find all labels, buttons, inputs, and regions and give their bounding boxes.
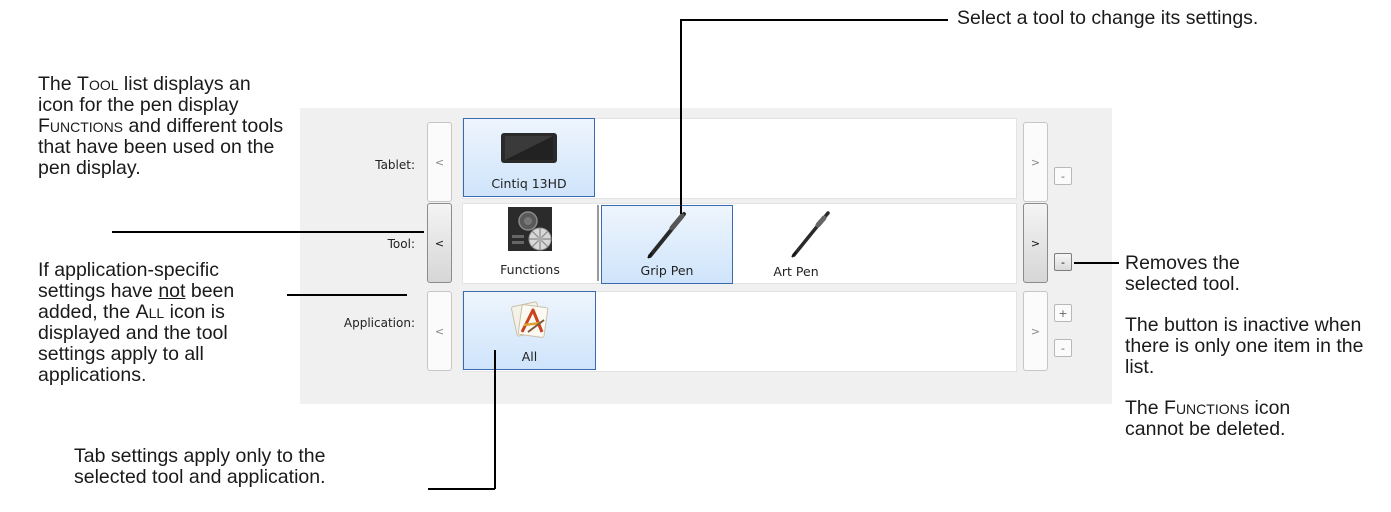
tool-next-button[interactable]: > — [1023, 203, 1048, 283]
leader-tool-list — [112, 231, 424, 233]
cintiq-tablet-icon — [501, 133, 557, 163]
note-tool-list-functions: Functions — [38, 115, 124, 137]
tablet-item-label: Cintiq 13HD — [491, 176, 567, 191]
application-add-button[interactable]: + — [1054, 304, 1072, 322]
leader-select-tool-v — [680, 19, 682, 214]
tool-item-grip-pen[interactable]: Grip Pen — [601, 205, 733, 284]
note-select-tool: Select a tool to change its settings. — [957, 7, 1259, 29]
tablet-next-button[interactable]: > — [1023, 122, 1048, 202]
note-tool-list-tool: Tool — [77, 73, 119, 95]
note-app-specific-not: not — [158, 280, 186, 302]
leader-app-specific — [287, 294, 407, 296]
grip-pen-icon — [647, 212, 686, 259]
application-remove-button[interactable]: - — [1054, 339, 1072, 357]
note-functions-sc: Functions — [1164, 397, 1250, 419]
tool-prev-button[interactable]: < — [427, 203, 452, 283]
application-item-label: All — [521, 349, 538, 364]
note-inactive: The button is inactive when there is onl… — [1125, 314, 1364, 378]
note-app-specific-all: All — [135, 301, 165, 323]
note-tool-list-p1: The — [38, 73, 78, 95]
leader-removes — [1074, 262, 1119, 264]
application-item-all[interactable]: All — [463, 291, 596, 370]
application-prev-button[interactable]: < — [427, 291, 452, 371]
note-functions-icon: The Functions icon cannot be deleted. — [1125, 398, 1325, 440]
note-tool-list: The Tool list displays an icon for the p… — [38, 74, 288, 179]
row-label-application: Application: — [343, 316, 415, 330]
tool-list-divider — [597, 205, 599, 281]
tool-remove-button[interactable]: - — [1054, 253, 1072, 271]
tool-item-functions-label: Functions — [500, 262, 560, 277]
row-label-tablet: Tablet: — [375, 158, 415, 172]
note-functions-p1: The — [1125, 397, 1165, 419]
application-next-button[interactable]: > — [1023, 291, 1048, 371]
leader-tab-settings-h — [428, 488, 495, 490]
tablet-prev-button[interactable]: < — [427, 122, 452, 202]
tool-item-grip-pen-label: Grip Pen — [640, 263, 694, 278]
note-tab-settings: Tab settings apply only to the selected … — [74, 445, 326, 488]
tablet-item-cintiq[interactable]: Cintiq 13HD — [463, 118, 595, 197]
art-pen-icon — [791, 211, 830, 258]
tool-item-art-pen[interactable]: Art Pen — [745, 205, 877, 284]
note-removes: Removes the selected tool. — [1125, 252, 1240, 295]
note-app-specific: If application-specific settings have no… — [38, 260, 286, 386]
functions-icon — [508, 207, 552, 251]
tool-item-art-pen-label: Art Pen — [773, 264, 819, 279]
all-applications-icon — [510, 301, 548, 338]
tool-item-functions[interactable]: Functions — [464, 203, 596, 282]
row-label-tool: Tool: — [387, 237, 415, 251]
tablet-remove-button[interactable]: - — [1054, 167, 1072, 185]
leader-tab-settings-v — [494, 350, 496, 489]
leader-select-tool-h — [680, 19, 948, 21]
